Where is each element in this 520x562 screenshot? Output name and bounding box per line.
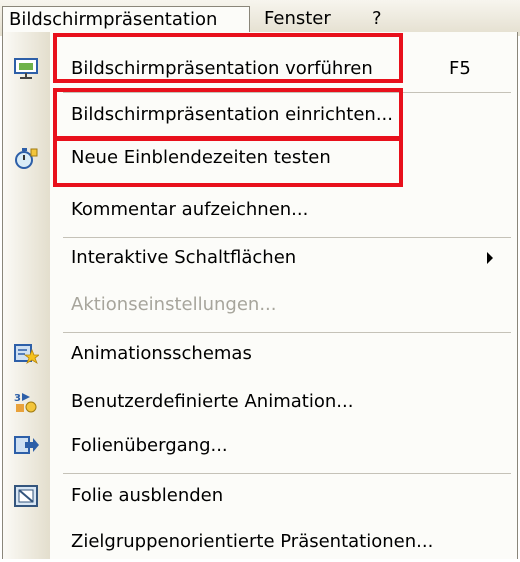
menu-separator — [63, 473, 511, 474]
menu-item-animation-schemes[interactable]: Animationsschemas — [3, 334, 517, 374]
menu-item-label: Benutzerdefinierte Animation... — [71, 391, 354, 412]
menu-bar: Bildschirmpräsentation Fenster ? — [0, 0, 520, 36]
menu-item-label: Zielgruppenorientierte Präsentationen... — [71, 531, 434, 552]
menu-item-custom-animation[interactable]: 3 Benutzerdefinierte Animation... — [3, 382, 517, 422]
highlight-box-start-slideshow — [53, 33, 403, 83]
menu-item-hide-slide[interactable]: Folie ausblenden — [3, 476, 517, 516]
menu-item-label: Animationsschemas — [71, 343, 252, 364]
highlight-box-rehearse-timings — [53, 137, 403, 187]
hide-slide-icon — [14, 485, 38, 507]
menu-item-custom-shows[interactable]: Zielgruppenorientierte Präsentationen... — [3, 522, 517, 562]
menu-separator — [63, 332, 511, 333]
menu-fenster[interactable]: Fenster — [258, 6, 337, 32]
menu-help[interactable]: ? — [366, 6, 388, 32]
svg-text:3: 3 — [14, 393, 21, 404]
stopwatch-icon — [15, 148, 38, 169]
menu-item-action-settings: Aktionseinstellungen... — [3, 285, 517, 325]
menu-bildschirmpraesentation[interactable]: Bildschirmpräsentation — [2, 6, 250, 32]
menu-item-action-buttons[interactable]: Interaktive Schaltflächen — [3, 238, 517, 278]
slideshow-screen-icon — [14, 58, 38, 79]
highlight-box-setup-slideshow — [53, 88, 403, 140]
menu-item-slide-transition[interactable]: Folienübergang... — [3, 426, 517, 466]
menu-item-label: Folienübergang... — [71, 435, 228, 456]
shortcut-label: F5 — [449, 58, 471, 79]
animation-schemes-icon — [14, 344, 39, 364]
custom-animation-icon: 3 — [14, 393, 37, 413]
menu-item-label: Folie ausblenden — [71, 485, 224, 506]
menu-item-label: Aktionseinstellungen... — [71, 294, 277, 315]
menu-item-label: Interaktive Schaltflächen — [71, 247, 297, 268]
slide-transition-icon — [14, 436, 39, 454]
submenu-arrow-icon — [487, 252, 493, 264]
menu-item-label: Kommentar aufzeichnen... — [71, 199, 309, 220]
menu-item-record-narration[interactable]: Kommentar aufzeichnen... — [3, 190, 517, 230]
